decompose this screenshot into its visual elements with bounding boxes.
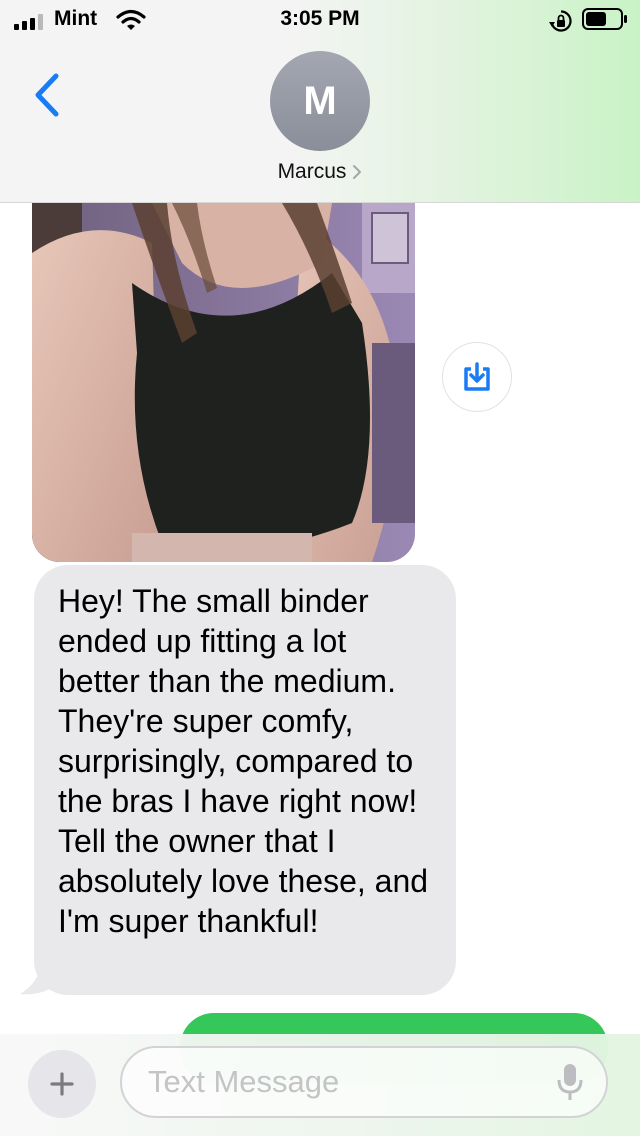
received-message-bubble[interactable]: Hey! The small binder ended up fitting a… [34,565,456,995]
back-button[interactable] [28,70,68,120]
photo-message[interactable] [32,203,415,562]
received-message-text: Hey! The small binder ended up fitting a… [58,583,429,939]
contact-name: Marcus [277,160,347,183]
dictation-button[interactable] [552,1062,588,1102]
download-icon [464,362,490,391]
download-button[interactable] [442,342,512,412]
status-bar: Mint 3:05 PM [0,0,640,40]
text-message-input[interactable] [148,1060,548,1104]
photo-image [32,203,415,562]
message-composer [0,1034,640,1136]
battery-icon [582,8,627,30]
microphone-icon [557,1064,583,1100]
chevron-right-icon [353,165,362,179]
text-message-field[interactable] [120,1046,608,1118]
orientation-lock-icon [549,10,572,32]
contact-name-row[interactable]: Marcus [0,160,640,184]
contact-avatar[interactable]: M [270,51,370,151]
avatar-initial: M [303,78,337,123]
chevron-left-icon [35,73,59,117]
status-time: 3:05 PM [280,7,360,30]
apps-plus-button[interactable] [28,1050,96,1118]
plus-icon [50,1072,74,1096]
